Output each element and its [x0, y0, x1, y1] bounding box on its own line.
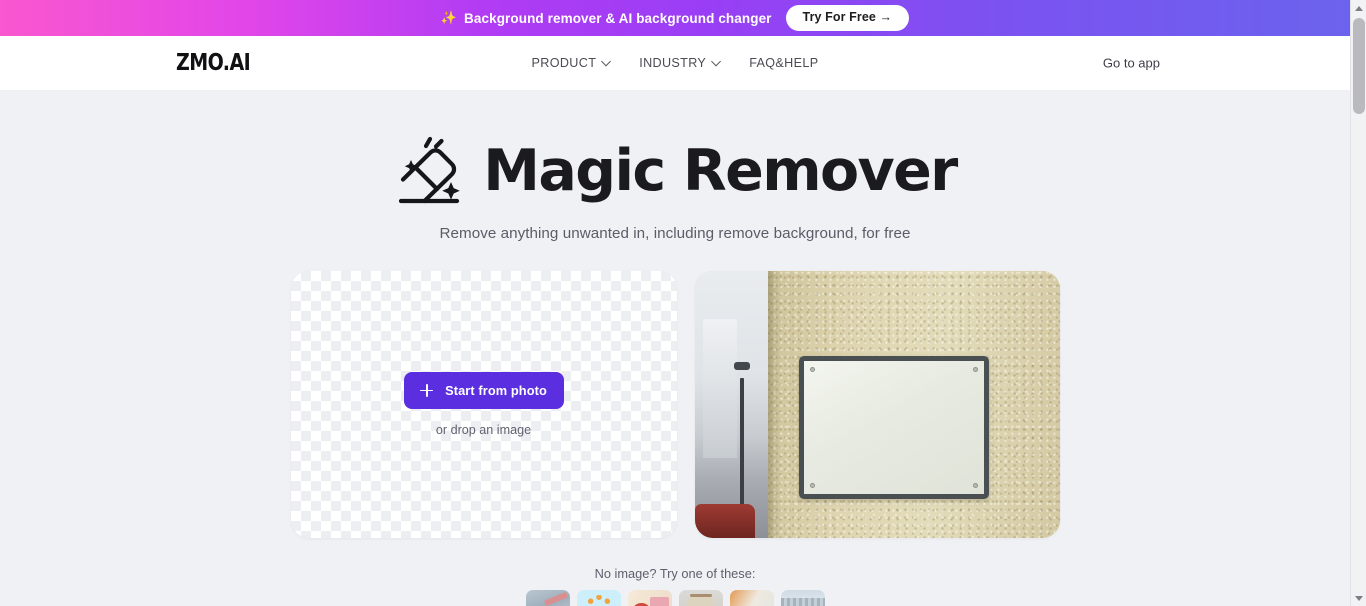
nav-item-label: FAQ&HELP: [749, 56, 819, 70]
red-car: [694, 504, 755, 538]
sample-thumbnail-list: [0, 590, 1350, 606]
nav-item-product[interactable]: PRODUCT: [532, 56, 612, 70]
sample-images-section: No image? Try one of these:: [0, 566, 1350, 606]
sample-preview-image[interactable]: [694, 271, 1060, 538]
scroll-up-arrow-icon[interactable]: [1351, 0, 1366, 16]
sample-thumb-5[interactable]: [729, 590, 774, 606]
nav-item-label: INDUSTRY: [639, 56, 707, 70]
start-from-photo-label: Start from photo: [445, 383, 547, 398]
nav-item-industry[interactable]: INDUSTRY: [639, 56, 721, 70]
page-title: Magic Remover: [483, 137, 958, 204]
start-from-photo-button[interactable]: Start from photo: [403, 372, 564, 409]
street-background: [694, 271, 768, 538]
sample-thumb-3[interactable]: [627, 590, 672, 606]
page-root: ✨ Background remover & AI background cha…: [0, 0, 1366, 606]
upload-dropzone[interactable]: Start from photo or drop an image: [290, 271, 677, 538]
promo-banner-text: Background remover & AI background chang…: [464, 10, 772, 26]
plus-icon: [420, 384, 434, 397]
go-to-app-link[interactable]: Go to app: [1103, 56, 1160, 71]
drop-image-hint: or drop an image: [435, 423, 532, 437]
editor-panels: Start from photo or drop an image: [290, 271, 1060, 538]
scrollbar-thumb[interactable]: [1353, 18, 1365, 114]
brand-logo[interactable]: ZMO.AI: [176, 50, 251, 76]
hero-title-row: Magic Remover: [0, 128, 1350, 214]
vertical-scrollbar[interactable]: [1350, 0, 1366, 606]
lamp-post: [733, 361, 750, 506]
blank-sign: [798, 356, 989, 499]
sample-images-label: No image? Try one of these:: [594, 566, 756, 581]
browser-viewport: ✨ Background remover & AI background cha…: [0, 0, 1350, 606]
site-header: ZMO.AI PRODUCT INDUSTRY FAQ&HELP Go to a…: [0, 36, 1350, 90]
sample-thumb-6[interactable]: [780, 590, 825, 606]
sparkle-icon: ✨: [440, 9, 458, 25]
scroll-down-arrow-icon[interactable]: [1351, 590, 1366, 606]
chevron-down-icon: [602, 57, 611, 66]
chevron-down-icon: [712, 57, 721, 66]
nav-item-faq-help[interactable]: FAQ&HELP: [749, 56, 818, 70]
sample-thumb-2[interactable]: [576, 590, 621, 606]
main-nav: PRODUCT INDUSTRY FAQ&HELP: [532, 56, 819, 70]
screw-icon: [972, 483, 978, 488]
eraser-sparkle-icon: [399, 136, 461, 204]
sample-thumb-1[interactable]: [525, 590, 570, 606]
screw-icon: [809, 367, 815, 372]
sample-thumb-4[interactable]: [678, 590, 723, 606]
hero-section: Magic Remover Remove anything unwanted i…: [0, 90, 1350, 242]
promo-banner: ✨ Background remover & AI background cha…: [0, 0, 1350, 36]
screw-icon: [809, 483, 815, 488]
screw-icon: [972, 367, 978, 372]
try-for-free-button[interactable]: Try For Free →: [785, 4, 910, 32]
promo-message: ✨ Background remover & AI background cha…: [441, 11, 772, 26]
hero-subtitle: Remove anything unwanted in, including r…: [439, 225, 911, 242]
nav-item-label: PRODUCT: [531, 56, 597, 70]
